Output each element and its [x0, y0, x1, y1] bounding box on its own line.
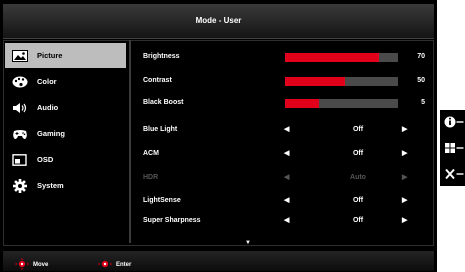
setting-label: Blue Light [143, 126, 178, 133]
setting-label: HDR [143, 174, 159, 181]
panel-divider [129, 40, 131, 243]
exit-icon[interactable] [444, 166, 464, 182]
setting-value: 70 [417, 53, 425, 60]
arrow-left-icon[interactable]: ◀ [284, 149, 289, 157]
setting-black-boost[interactable]: Black Boost 5 [143, 95, 428, 111]
setting-label: Contrast [143, 77, 172, 84]
title-bar: Mode - User [3, 4, 434, 39]
sidebar-item-osd[interactable]: OSD [5, 147, 126, 172]
page-title: Mode - User [195, 16, 242, 25]
arrow-right-icon: ▶ [402, 174, 408, 181]
sidebar-item-label: System [37, 181, 64, 190]
setting-label: LightSense [143, 197, 181, 204]
setting-value: Off [352, 217, 364, 224]
scroll-down-icon[interactable]: ▼ [245, 240, 251, 246]
setting-value: 50 [417, 77, 425, 84]
contrast-slider[interactable] [285, 77, 398, 86]
move-label: Move [33, 262, 49, 268]
setting-blue-light[interactable]: Blue Light ◀ Off ▶ [143, 122, 428, 138]
setting-value: Off [352, 150, 364, 157]
arrow-right-icon[interactable]: ▶ [402, 125, 407, 133]
osd-menu: Mode - User Picture Color Audio Gaming O… [0, 0, 437, 272]
sidebar-item-color[interactable]: Color [5, 69, 126, 94]
setting-label: ACM [143, 150, 159, 157]
osd-window-icon [11, 153, 29, 167]
enter-hint: Enter [97, 258, 131, 272]
picture-icon [11, 49, 29, 63]
setting-value: Off [352, 126, 364, 133]
brightness-slider[interactable] [285, 53, 398, 62]
setting-value: Auto [350, 174, 366, 181]
arrow-left-icon: ◀ [284, 174, 290, 181]
sidebar-item-label: Audio [37, 103, 59, 112]
joystick-move-icon [14, 258, 30, 272]
setting-label: Super Sharpness [143, 217, 201, 224]
sidebar-item-label: OSD [37, 155, 54, 164]
setting-lightsense[interactable]: LightSense ◀ Off ▶ [143, 193, 428, 209]
sidebar-item-gaming[interactable]: Gaming [5, 121, 126, 146]
sidebar-item-label: Picture [37, 51, 63, 60]
slider-fill [285, 53, 379, 62]
setting-label: Black Boost [143, 99, 184, 106]
input-grid-icon[interactable] [444, 140, 464, 156]
arrow-left-icon[interactable]: ◀ [284, 125, 289, 133]
arrow-right-icon[interactable]: ▶ [402, 216, 407, 224]
info-icon[interactable] [444, 114, 464, 130]
setting-label: Brightness [143, 53, 180, 60]
setting-super-sharpness[interactable]: Super Sharpness ◀ Off ▶ [143, 213, 428, 229]
sidebar: Picture Color Audio Gaming OSD System [5, 43, 126, 199]
setting-brightness[interactable]: Brightness 70 [143, 49, 428, 65]
speaker-icon [11, 101, 29, 115]
setting-contrast[interactable]: Contrast 50 [143, 73, 428, 89]
setting-value: 5 [421, 99, 425, 106]
black-boost-slider[interactable] [285, 99, 398, 108]
footer-bar: Move Enter [3, 251, 434, 271]
setting-acm[interactable]: ACM ◀ Off ▶ [143, 146, 428, 162]
sidebar-item-label: Color [37, 77, 57, 86]
slider-fill [285, 99, 319, 108]
arrow-left-icon[interactable]: ◀ [284, 196, 289, 204]
sidebar-item-audio[interactable]: Audio [5, 95, 126, 120]
sidebar-item-label: Gaming [37, 129, 65, 138]
setting-hdr: HDR ◀ Auto ▶ [143, 170, 428, 186]
setting-value: Off [352, 197, 364, 204]
hardware-key-guide [440, 110, 465, 186]
palette-icon [11, 75, 29, 89]
enter-label: Enter [116, 262, 132, 268]
sidebar-item-picture[interactable]: Picture [5, 43, 126, 68]
move-hint: Move [14, 258, 48, 272]
slider-fill [285, 77, 345, 86]
gamepad-icon [11, 127, 29, 141]
joystick-enter-icon [97, 258, 113, 272]
arrow-right-icon[interactable]: ▶ [402, 196, 407, 204]
arrow-right-icon[interactable]: ▶ [402, 149, 407, 157]
gear-icon [11, 178, 29, 193]
sidebar-item-system[interactable]: System [5, 173, 126, 198]
arrow-left-icon[interactable]: ◀ [284, 216, 289, 224]
